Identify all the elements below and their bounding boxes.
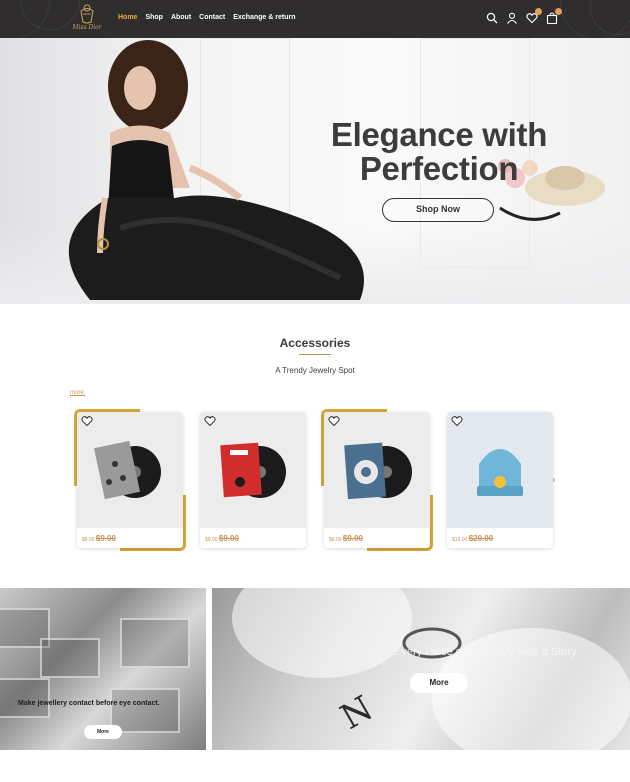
right-more-button[interactable]: More (410, 673, 468, 693)
jewelry-tray (40, 638, 100, 678)
vinyl-record-gray-icon (93, 440, 161, 500)
wishlist-heart-icon[interactable] (81, 415, 93, 427)
section-title: Accessories (279, 336, 351, 350)
vinyl-record-red-icon (220, 442, 286, 498)
left-banner-text: Make jewellery contact before eye contac… (18, 700, 160, 707)
right-banner-text: Every Piece of Jewellery Tells a Story (394, 646, 577, 658)
old-price: $20.00 (468, 534, 494, 543)
user-icon[interactable] (506, 12, 518, 24)
more-link[interactable]: more. (70, 390, 85, 396)
hero-title-line2: Perfection (359, 150, 519, 187)
cart-badge (555, 8, 562, 15)
hero-title: Elegance with Perfection (300, 118, 578, 186)
hero-title-line1: Elegance with (330, 116, 548, 153)
jewelry-tray (110, 688, 180, 733)
left-more-button[interactable]: More (84, 725, 122, 739)
flower-petal (232, 588, 412, 678)
wishlist-badge (535, 8, 542, 15)
ring-image (402, 627, 462, 659)
shop-now-button[interactable]: Shop Now (382, 198, 494, 222)
bag-icon[interactable] (546, 8, 562, 24)
product-image (324, 412, 430, 528)
product-image (200, 412, 306, 528)
current-price: $9.00 (205, 537, 218, 543)
nav-about[interactable]: About (171, 14, 191, 21)
product-card[interactable]: $9.00 $9.00 (200, 412, 306, 548)
current-price: $19.00 (452, 537, 468, 543)
promo-banner-right: N (212, 588, 630, 750)
old-price: $9.00 (218, 534, 239, 543)
old-price: $9.00 (342, 534, 363, 543)
heart-icon[interactable] (526, 8, 542, 24)
current-price: $8.00 (82, 537, 95, 543)
main-nav: Home Shop About Contact Exchange & retur… (118, 14, 295, 21)
product-price: $9.00 $9.00 (205, 534, 239, 543)
product-price: $8.00 $9.00 (82, 534, 116, 543)
old-price: $9.00 (95, 534, 116, 543)
wishlist-heart-icon[interactable] (328, 415, 340, 427)
beanie-hat-icon (477, 449, 523, 496)
hero-banner: Elegance with Perfection Shop Now (0, 38, 630, 304)
product-image (447, 412, 553, 528)
monogram-letter: N (333, 688, 380, 738)
product-price: $19.00 $20.00 (452, 534, 493, 543)
jewelry-tray (0, 678, 50, 718)
product-image (77, 412, 183, 528)
product-card[interactable]: $19.00 $20.00 (447, 412, 553, 548)
vinyl-record-blue-icon (344, 442, 412, 500)
nav-shop[interactable]: Shop (145, 14, 163, 21)
wishlist-heart-icon[interactable] (204, 415, 216, 427)
wishlist-heart-icon[interactable] (451, 415, 463, 427)
nav-exchange-return[interactable]: Exchange & return (233, 14, 295, 21)
nav-contact[interactable]: Contact (199, 14, 225, 21)
current-price: $8.00 (329, 537, 342, 543)
jewelry-tray (120, 618, 190, 668)
section-divider (299, 354, 331, 355)
product-card[interactable]: $8.00 $9.00 (77, 412, 183, 548)
site-header: Miss Dior Home Shop About Contact Exchan… (0, 0, 630, 38)
header-icons (486, 8, 562, 24)
nav-home[interactable]: Home (118, 14, 137, 21)
logo-text: Miss Dior (72, 24, 102, 31)
section-subtitle: A Trendy Jewelry Spot (275, 366, 355, 375)
search-icon[interactable] (486, 12, 498, 24)
product-card[interactable]: $8.00 $9.00 (324, 412, 430, 548)
product-price: $8.00 $9.00 (329, 534, 363, 543)
